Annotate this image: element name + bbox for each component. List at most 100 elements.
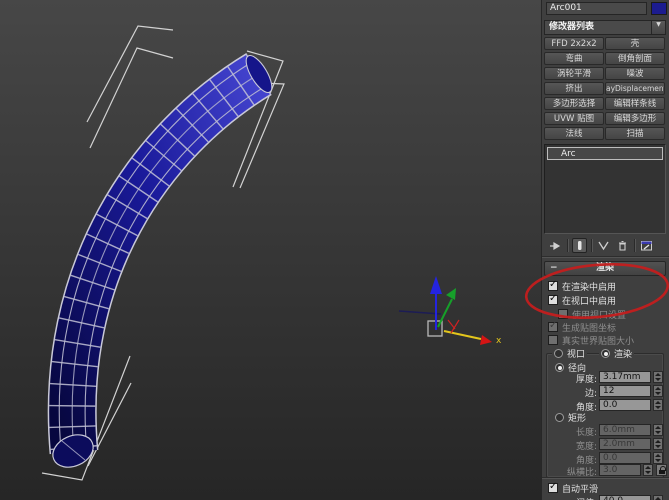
modifier-button-vraydisplacement[interactable]: ayDisplacementM xyxy=(605,82,665,95)
arc-tube-object[interactable] xyxy=(47,52,277,473)
sides-input[interactable]: 12 xyxy=(599,385,651,397)
lock-aspect-icon[interactable] xyxy=(656,464,667,476)
threshold-spinner[interactable] xyxy=(653,495,663,500)
checkbox-label: 在视口中启用 xyxy=(562,296,617,307)
threshold-input[interactable]: 40.0 xyxy=(599,495,651,500)
threshold-label: 阈值: xyxy=(542,496,597,500)
modifier-list-dropdown[interactable]: 修改器列表 xyxy=(544,20,666,35)
modifier-button-sweep[interactable]: 扫描 xyxy=(605,127,665,140)
modifier-button-turbosmooth[interactable]: 涡轮平滑 xyxy=(544,67,604,80)
angle-input[interactable]: 0.0 xyxy=(599,399,651,411)
length-spinner xyxy=(653,424,663,436)
radio-viewport[interactable] xyxy=(554,349,563,358)
radio-pair-viewport[interactable]: 视口 xyxy=(552,347,588,360)
checkbox-real-world-map-size xyxy=(548,335,558,345)
checkbox-enable-in-viewport[interactable] xyxy=(548,293,558,305)
modifier-button-edit-poly[interactable]: 编辑多边形 xyxy=(605,112,665,125)
toolbar-separator xyxy=(567,238,568,252)
row-use-viewport-settings: 使用视口设置 xyxy=(558,308,627,321)
modifier-button-uvw-map[interactable]: UVW 贴图 xyxy=(544,112,604,125)
command-panel: Arc001 修改器列表 FFD 2x2x2 壳 弯曲 倒角剖面 涡轮平滑 噪波… xyxy=(541,0,669,500)
thickness-input[interactable]: 3.17mm xyxy=(599,371,651,383)
threshold-row: 阈值: 40.0 xyxy=(542,495,669,500)
radio-renderer[interactable] xyxy=(601,349,611,358)
modifier-button-ffd2x2x2[interactable]: FFD 2x2x2 xyxy=(544,37,604,50)
checkbox-label: 自动平滑 xyxy=(562,484,599,495)
gizmo-plane-line xyxy=(398,310,442,315)
mode-radio-row: 视口 渲染 xyxy=(552,347,635,360)
modifier-stack-list[interactable]: Arc xyxy=(544,144,666,234)
width-spinner xyxy=(653,438,663,450)
thickness-spinner[interactable] xyxy=(653,371,663,383)
aspect-spinner xyxy=(643,464,653,476)
width-input: 2.0mm xyxy=(599,438,651,450)
sides-label: 边: xyxy=(584,389,597,399)
checkbox-label: 在渲染中启用 xyxy=(562,282,617,293)
aspect-input: 3.0 xyxy=(599,464,641,476)
remove-modifier-icon[interactable] xyxy=(615,238,630,253)
rectangular-radio-row: 矩形 xyxy=(555,411,586,424)
gizmo-y-arrowhead xyxy=(446,288,456,300)
panel-separator xyxy=(542,256,669,258)
radio-rectangular[interactable] xyxy=(555,413,564,422)
object-color-swatch[interactable] xyxy=(651,2,667,15)
sides-spinner[interactable] xyxy=(653,385,663,397)
angle-spinner[interactable] xyxy=(653,399,663,411)
modifier-button-edit-spline[interactable]: 编辑样条线 xyxy=(605,97,665,110)
radio-pair-renderer[interactable]: 渲染 xyxy=(599,347,635,360)
width-row: 宽度: 2.0mm xyxy=(542,438,669,452)
modifier-list-label: 修改器列表 xyxy=(549,22,595,32)
stack-item-arc[interactable]: Arc xyxy=(547,147,663,160)
panel-separator xyxy=(542,477,669,479)
gizmo-red-tick-2 xyxy=(450,319,460,334)
modifier-button-bend[interactable]: 弯曲 xyxy=(544,52,604,65)
chevron-down-icon[interactable] xyxy=(651,21,665,34)
max-application-window: x Arc001 修改器列表 FFD 2x2x2 壳 弯曲 倒角剖面 涡轮平滑 … xyxy=(0,0,669,500)
length-input: 6.0mm xyxy=(599,424,651,436)
modifier-button-bevel-profile[interactable]: 倒角剖面 xyxy=(605,52,665,65)
thickness-label: 厚度: xyxy=(575,375,597,385)
gizmo-x-axis[interactable] xyxy=(443,330,482,340)
aspect-row: 纵横比: 3.0 xyxy=(542,464,669,478)
rect-angle-spinner xyxy=(653,452,663,464)
length-label: 长度: xyxy=(575,428,597,438)
rollout-collapse-icon[interactable]: − xyxy=(550,262,558,275)
helper-spline-top-left-a xyxy=(86,25,174,123)
checkbox-label: 生成贴图坐标 xyxy=(562,323,617,334)
toolbar-separator xyxy=(634,238,635,252)
rollout-title: 渲染 xyxy=(595,263,614,273)
modifier-button-normal[interactable]: 法线 xyxy=(544,127,604,140)
checkbox-auto-smooth[interactable] xyxy=(548,481,558,493)
stack-toolbar xyxy=(544,236,666,254)
row-real-world-map-size: 真实世界贴图大小 xyxy=(548,334,635,347)
rect-angle-input: 0.0 xyxy=(599,452,651,464)
width-label: 宽度: xyxy=(575,442,597,452)
modifier-button-shell[interactable]: 壳 xyxy=(605,37,665,50)
show-end-result-icon[interactable] xyxy=(572,237,587,253)
modifier-button-noise[interactable]: 噪波 xyxy=(605,67,665,80)
configure-modifier-sets-icon[interactable] xyxy=(639,238,654,253)
row-enable-in-viewport: 在视口中启用 xyxy=(548,293,617,307)
modifier-button-extrude[interactable]: 挤出 xyxy=(544,82,604,95)
checkbox-label: 使用视口设置 xyxy=(572,310,627,321)
row-generate-mapping-coords: 生成贴图坐标 xyxy=(548,320,617,334)
object-name-field[interactable]: Arc001 xyxy=(546,2,647,15)
radio-label: 矩形 xyxy=(568,414,587,424)
pin-stack-icon[interactable] xyxy=(548,238,563,253)
rendering-rollout-header[interactable]: − 渲染 xyxy=(544,261,666,276)
thickness-row: 厚度: 3.17mm xyxy=(542,371,669,385)
viewport-3d[interactable]: x xyxy=(0,0,541,500)
checkbox-use-viewport-settings xyxy=(558,309,568,319)
gizmo-x-label: x xyxy=(496,336,502,346)
checkbox-enable-in-renderer[interactable] xyxy=(548,279,558,291)
length-row: 长度: 6.0mm xyxy=(542,424,669,438)
radio-label: 渲染 xyxy=(614,350,633,360)
modifier-button-poly-select[interactable]: 多边形选择 xyxy=(544,97,604,110)
row-enable-in-renderer: 在渲染中启用 xyxy=(548,279,617,293)
make-unique-icon[interactable] xyxy=(596,238,611,253)
gizmo-z-arrowhead xyxy=(430,276,442,294)
auto-smooth-row: 自动平滑 xyxy=(548,481,599,495)
checkbox-label: 真实世界贴图大小 xyxy=(562,336,635,347)
gizmo-x-arrowhead xyxy=(480,335,492,345)
transform-gizmo[interactable]: x xyxy=(398,276,502,346)
